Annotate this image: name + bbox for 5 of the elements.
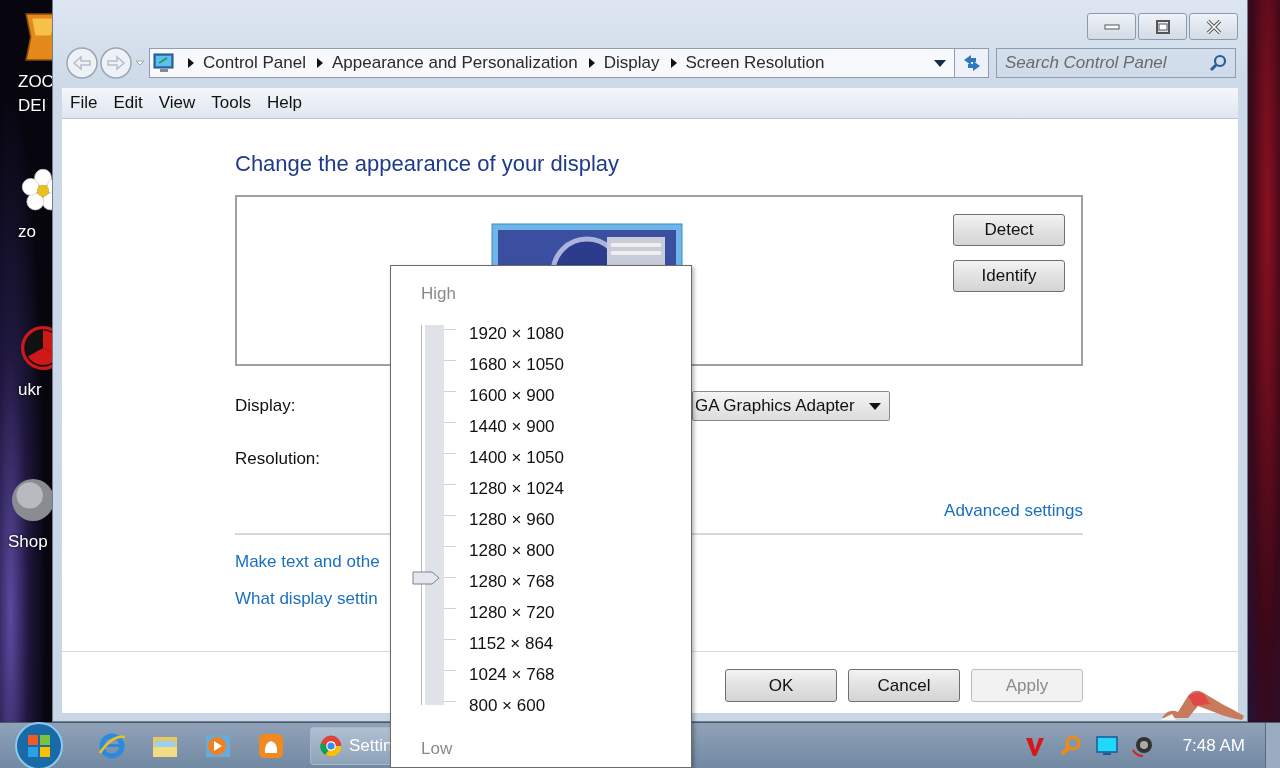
field-label: Resolution: xyxy=(235,449,321,469)
low-label: Low xyxy=(421,739,454,759)
high-label: High xyxy=(421,284,457,304)
field-label: Display: xyxy=(235,396,296,416)
page-heading: Change the appearance of your display xyxy=(235,150,621,178)
